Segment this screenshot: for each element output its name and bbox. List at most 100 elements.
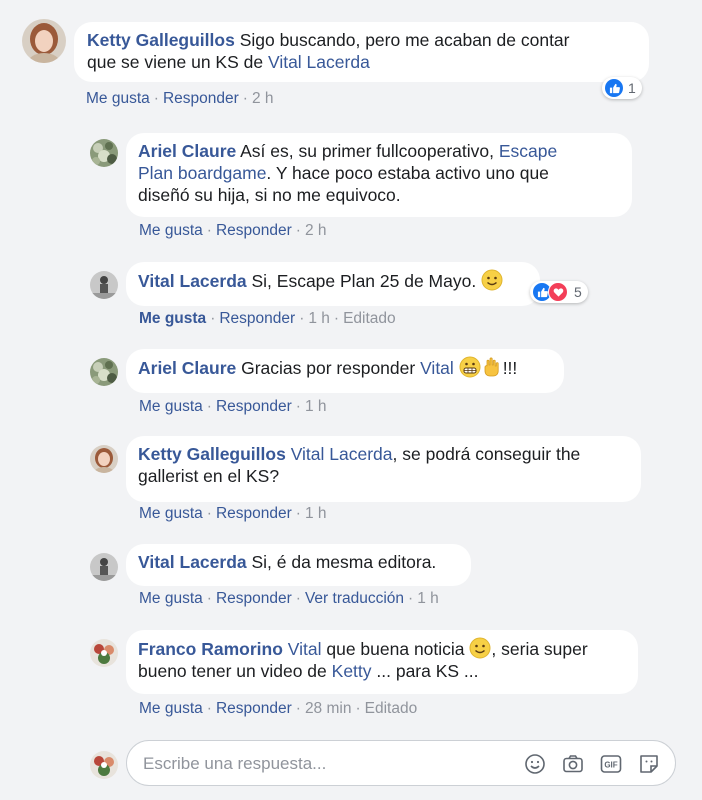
comment-text: que buena noticia [321,639,470,659]
comment-text: gallerist en el KS? [138,466,280,486]
avatar-ariel-icon [90,139,118,167]
avatar-ariel-icon [90,358,118,386]
reply-button[interactable]: Responder [163,90,239,107]
reply-button[interactable]: Responder [216,700,292,717]
comment-author[interactable]: Ketty Galleguillos [138,444,286,464]
mention-link[interactable]: Ketty [332,661,372,681]
comment-text: Así es, su primer fullcooperativo, [236,141,499,161]
like-button[interactable]: Me gusta [139,590,203,607]
comment-text: Si, é da mesma editora. [246,552,437,572]
like-button[interactable]: Me gusta [139,398,203,415]
mention-link[interactable]: Vital [288,639,322,659]
avatar-vital-icon [90,553,118,581]
comment-time[interactable]: 1 h [308,310,330,327]
gif-icon[interactable]: GIF [599,752,623,776]
avatar-ketty-icon [90,445,118,473]
reply-button[interactable]: Responder [216,222,292,239]
comment-actions: Me gusta · Responder · Ver traducción · 1 h [139,590,439,607]
comment-text: , seria super [491,639,588,659]
mention-link[interactable]: Vital [420,358,454,378]
like-button[interactable]: Me gusta [139,505,203,522]
comment-bubble: Franco Ramorino Vital que buena noticia … [126,630,638,694]
comment-time[interactable]: 28 min [305,700,352,717]
comment-text: Gracias por responder [236,358,421,378]
comment-time[interactable]: 1 h [417,590,439,607]
edited-label[interactable]: Editado [343,310,396,327]
comment-text: Si, Escape Plan 25 de Mayo. [246,271,482,291]
smile-emoji-icon [469,637,491,659]
avatar[interactable] [90,139,118,167]
pointing-hand-emoji-icon [484,357,499,377]
comment-time[interactable]: 1 h [305,505,327,522]
avatar[interactable] [90,358,118,386]
comment-text: !!! [502,358,518,378]
reply-button[interactable]: Responder [219,310,295,327]
smile-emoji-icon [481,269,503,291]
comment-text: , se podrá conseguir the [392,444,581,464]
reaction-badge[interactable]: 5 [530,281,588,303]
comment-bubble: Vital Lacerda Si, Escape Plan 25 de Mayo… [126,262,540,306]
comment-bubble: Ketty Galleguillos Vital Lacerda, se pod… [126,436,641,502]
comment-bubble: Ariel Claure Así es, su primer fullcoope… [126,133,632,217]
comment-text: . Y hace poco estaba activo uno que [266,163,549,183]
avatar-ketty-icon [22,19,66,63]
comment-text: diseñó su hija, si no me equivoco. [138,185,401,205]
avatar[interactable] [90,445,118,473]
reaction-count: 1 [628,80,636,96]
sticker-icon[interactable] [637,752,661,776]
comment-actions: Me gusta · Responder · 2 h [86,90,274,107]
comment-bubble: Vital Lacerda Si, é da mesma editora. [126,544,471,586]
comment-time[interactable]: 1 h [305,398,327,415]
like-button[interactable]: Me gusta [139,222,203,239]
comment-author[interactable]: Ariel Claure [138,358,236,378]
edited-label[interactable]: Editado [365,700,418,717]
thumbs-up-icon [605,79,623,97]
reaction-badge[interactable]: 1 [602,77,642,99]
comment-author[interactable]: Vital Lacerda [138,552,247,572]
comment-actions: Me gusta · Responder · 1 h [139,398,327,415]
avatar[interactable] [22,19,66,63]
avatar-vital-icon [90,271,118,299]
reaction-count: 5 [574,284,582,300]
comment-actions: Me gusta · Responder · 2 h [139,222,327,239]
page-link[interactable]: Plan boardgame [138,163,266,183]
comment-bubble: Ketty Galleguillos Sigo buscando, pero m… [74,22,649,82]
heart-icon [548,282,568,302]
reply-placeholder: Escribe una respuesta... [143,754,327,773]
comment-actions: Me gusta · Responder · 1 h · Editado [139,310,396,327]
grimace-emoji-icon [459,356,481,378]
comment-author[interactable]: Ariel Claure [138,141,236,161]
page-link[interactable]: Escape [499,141,557,161]
comment-text: que se viene un KS de [87,52,268,72]
see-translation-link[interactable]: Ver traducción [305,590,404,607]
comment-bubble: Ariel Claure Gracias por responder Vital… [126,349,564,393]
comment-text: bueno tener un video de [138,661,332,681]
comment-time[interactable]: 2 h [252,90,274,107]
reply-button[interactable]: Responder [216,505,292,522]
comment-author[interactable]: Vital Lacerda [138,271,247,291]
like-button[interactable]: Me gusta [86,90,150,107]
svg-text:GIF: GIF [604,761,617,770]
comment-actions: Me gusta · Responder · 1 h [139,505,327,522]
comment-text: ... para KS ... [371,661,479,681]
reply-input[interactable]: Escribe una respuesta... GIF [126,740,676,786]
avatar-franco-icon [90,639,118,667]
avatar-franco-icon [90,751,118,779]
comment-author[interactable]: Ketty Galleguillos [87,30,235,50]
reply-button[interactable]: Responder [216,398,292,415]
emoji-icon[interactable] [523,752,547,776]
avatar[interactable] [90,751,118,779]
comment-time[interactable]: 2 h [305,222,327,239]
comment-text: Sigo buscando, pero me acaban de contar [239,30,570,50]
comment-actions: Me gusta · Responder · 28 min · Editado [139,700,418,717]
like-button[interactable]: Me gusta [139,700,203,717]
avatar[interactable] [90,271,118,299]
avatar[interactable] [90,553,118,581]
mention-link[interactable]: Vital Lacerda [268,52,370,72]
mention-link[interactable]: Vital Lacerda [291,444,393,464]
like-button[interactable]: Me gusta [139,310,206,327]
avatar[interactable] [90,639,118,667]
comment-author[interactable]: Franco Ramorino [138,639,283,659]
camera-icon[interactable] [561,752,585,776]
reply-button[interactable]: Responder [216,590,292,607]
